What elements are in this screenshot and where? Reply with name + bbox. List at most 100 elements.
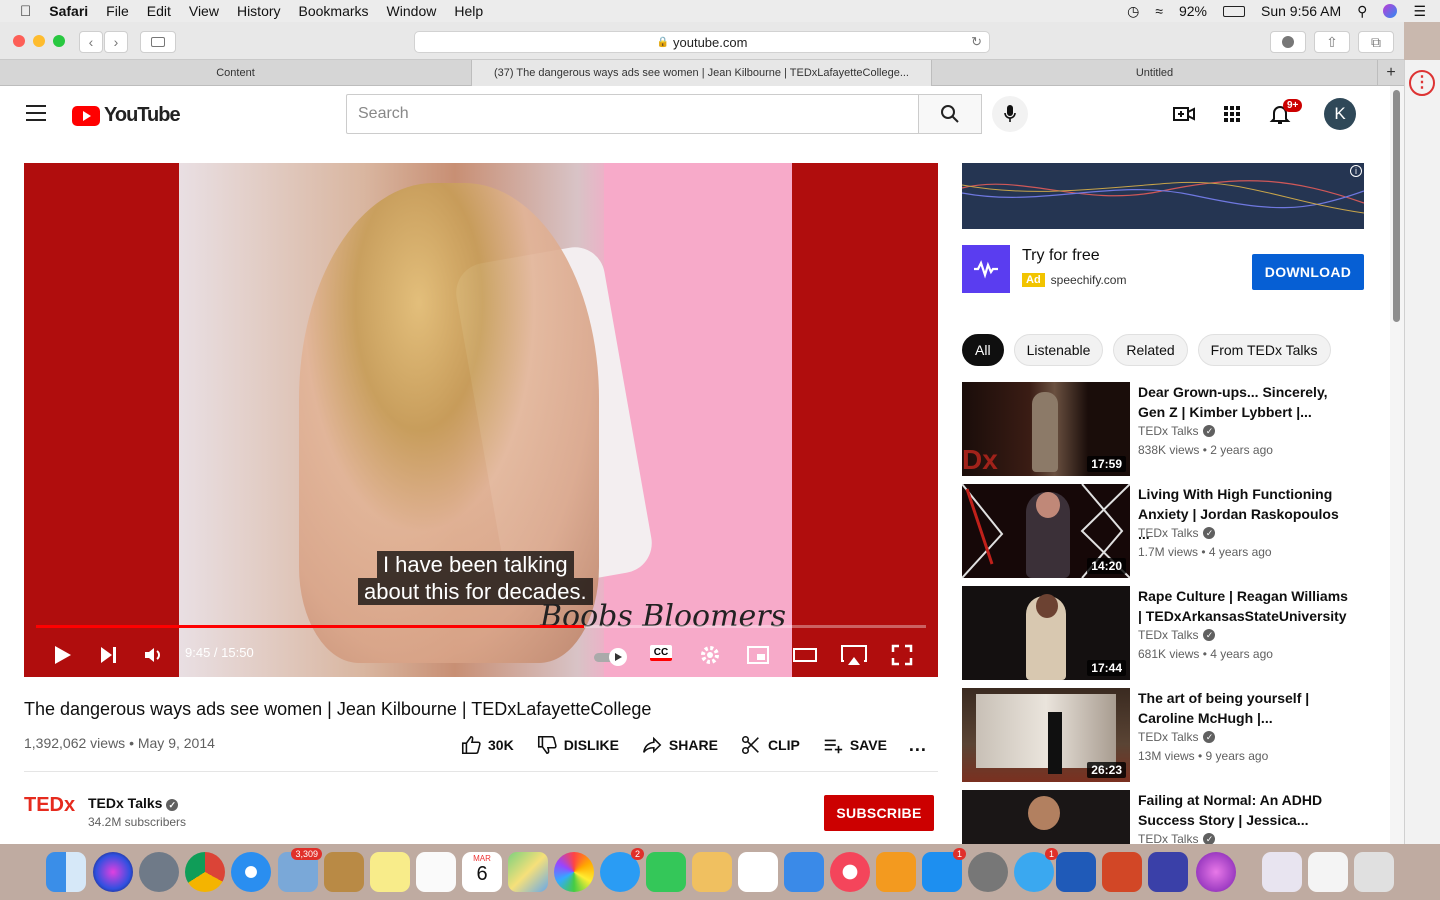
app-store-icon[interactable]: 1 (922, 848, 966, 892)
play-icon[interactable] (50, 643, 74, 667)
search-input[interactable]: Search (346, 94, 920, 134)
numbers-icon[interactable] (738, 852, 778, 892)
contacts-icon[interactable] (324, 852, 364, 892)
maps-icon[interactable] (508, 852, 548, 892)
app-icon[interactable] (1196, 852, 1236, 892)
zoom-window-button[interactable] (53, 35, 65, 47)
downloads-button[interactable] (1270, 31, 1306, 53)
back-button[interactable]: ‹ (79, 31, 103, 53)
sidebar-toggle-button[interactable] (140, 31, 176, 53)
avatar[interactable]: K (1324, 98, 1356, 130)
recommended-title[interactable]: The art of being yourself | Caroline McH… (1138, 688, 1348, 728)
downloads-stack-icon[interactable] (1308, 852, 1348, 892)
menu-view[interactable]: View (189, 3, 219, 19)
new-tab-button[interactable]: + (1378, 60, 1404, 86)
forward-button[interactable]: › (104, 31, 128, 53)
ad-download-button[interactable]: DOWNLOAD (1252, 254, 1364, 290)
dislike-button[interactable]: DISLIKE (536, 734, 619, 756)
system-preferences-icon[interactable] (968, 852, 1008, 892)
tab-youtube-video[interactable]: (37) The dangerous ways ads see women | … (472, 60, 932, 86)
pages-icon[interactable] (692, 852, 732, 892)
address-bar[interactable]: 🔒 youtube.com ↻ (414, 31, 990, 53)
stacks-app-icon[interactable] (1148, 852, 1188, 892)
books-icon[interactable] (876, 852, 916, 892)
reminders-icon[interactable] (416, 852, 456, 892)
network-utility-icon[interactable]: 1 (1014, 848, 1058, 892)
video-thumbnail[interactable]: 26:23 (962, 688, 1130, 782)
recommended-title[interactable]: Rape Culture | Reagan Williams | TEDxArk… (1138, 586, 1348, 626)
recommended-title[interactable]: Dear Grown-ups... Sincerely, Gen Z | Kim… (1138, 382, 1348, 422)
trash-icon[interactable] (1354, 852, 1394, 892)
list-item[interactable]: Failing at Normal: An ADHD Success Story… (962, 790, 1362, 844)
launchpad-icon[interactable] (139, 852, 179, 892)
wifi-icon[interactable]: ≈ (1155, 3, 1163, 19)
recommended-title[interactable]: Failing at Normal: An ADHD Success Story… (1138, 790, 1348, 830)
tab-content[interactable]: Content (0, 60, 472, 86)
captions-cc-icon[interactable]: CC (650, 645, 672, 661)
channel-avatar[interactable]: TEDx (24, 794, 75, 828)
close-window-button[interactable] (13, 35, 25, 47)
calendar-icon[interactable]: MAR 6 (462, 852, 502, 892)
miniplayer-icon[interactable] (746, 643, 770, 667)
ad-card[interactable]: Try for free Ad speechify.com DOWNLOAD (962, 245, 1364, 293)
save-button[interactable]: SAVE (822, 734, 887, 756)
video-thumbnail[interactable]: Dx 17:59 (962, 382, 1130, 476)
folder-stack-icon[interactable] (1262, 852, 1302, 892)
ad-banner-image[interactable]: i (962, 163, 1364, 229)
messages-icon[interactable]: 2 (600, 848, 644, 892)
video-player[interactable]: I have been talking about this for decad… (24, 163, 938, 677)
apps-grid-icon[interactable] (1220, 102, 1244, 126)
menu-help[interactable]: Help (454, 3, 483, 19)
more-actions-button[interactable]: ... (909, 734, 927, 756)
recommended-channel[interactable]: TEDx Talks ✓ (1138, 526, 1216, 540)
powerpoint-icon[interactable] (1102, 852, 1142, 892)
minimize-window-button[interactable] (33, 35, 45, 47)
theater-mode-icon[interactable] (792, 643, 818, 667)
search-button[interactable] (918, 94, 982, 134)
chip-listenable[interactable]: Listenable (1013, 334, 1104, 366)
safari-icon[interactable] (231, 852, 271, 892)
recommended-channel[interactable]: TEDx Talks ✓ (1138, 832, 1216, 844)
menu-history[interactable]: History (237, 3, 281, 19)
autoplay-toggle-icon[interactable] (594, 645, 630, 669)
keynote-icon[interactable] (784, 852, 824, 892)
recommended-channel[interactable]: TEDx Talks ✓ (1138, 424, 1216, 438)
clip-button[interactable]: CLIP (740, 734, 800, 756)
facetime-icon[interactable] (646, 852, 686, 892)
menubar-clock[interactable]: Sun 9:56 AM (1261, 3, 1341, 19)
menu-window[interactable]: Window (387, 3, 437, 19)
list-item[interactable]: Dx 17:59 Dear Grown-ups... Sincerely, Ge… (962, 382, 1362, 476)
word-icon[interactable] (1056, 852, 1096, 892)
youtube-logo[interactable]: YouTube (72, 104, 181, 127)
create-video-icon[interactable] (1172, 102, 1196, 126)
more-options-icon[interactable]: ⋮ (1409, 70, 1435, 96)
mail-icon[interactable]: 3,309 (278, 848, 322, 892)
finder-icon[interactable] (46, 852, 86, 892)
share-video-button[interactable]: SHARE (641, 734, 718, 756)
page-scrollbar[interactable] (1390, 86, 1404, 844)
chrome-icon[interactable] (185, 852, 225, 892)
menu-icon[interactable] (26, 105, 46, 121)
video-thumbnail[interactable]: 17:44 (962, 586, 1130, 680)
airplay-icon[interactable] (840, 643, 868, 667)
notification-center-icon[interactable]: ☰ (1413, 3, 1426, 20)
next-video-icon[interactable] (96, 643, 120, 667)
photos-icon[interactable] (554, 852, 594, 892)
menu-app-name[interactable]: Safari (49, 3, 88, 19)
reload-icon[interactable]: ↻ (971, 34, 982, 50)
menu-file[interactable]: File (106, 3, 129, 19)
siri-icon[interactable] (1383, 4, 1398, 18)
channel-name[interactable]: TEDx Talks ✓ (88, 795, 179, 811)
list-item[interactable]: 14:20 Living With High Functioning Anxie… (962, 484, 1362, 578)
notes-icon[interactable] (370, 852, 410, 892)
chip-from-tedx-talks[interactable]: From TEDx Talks (1197, 334, 1331, 366)
video-thumbnail[interactable] (962, 790, 1130, 844)
apple-menu-icon[interactable]:  (20, 3, 31, 20)
menu-bookmarks[interactable]: Bookmarks (299, 3, 369, 19)
chip-all[interactable]: All (962, 334, 1004, 366)
recommended-channel[interactable]: TEDx Talks ✓ (1138, 730, 1216, 744)
like-button[interactable]: 30K (460, 734, 514, 756)
list-item[interactable]: 26:23 The art of being yourself | Caroli… (962, 688, 1362, 782)
video-progress-bar[interactable] (36, 625, 926, 628)
tab-overview-button[interactable]: ⧉ (1358, 31, 1394, 53)
